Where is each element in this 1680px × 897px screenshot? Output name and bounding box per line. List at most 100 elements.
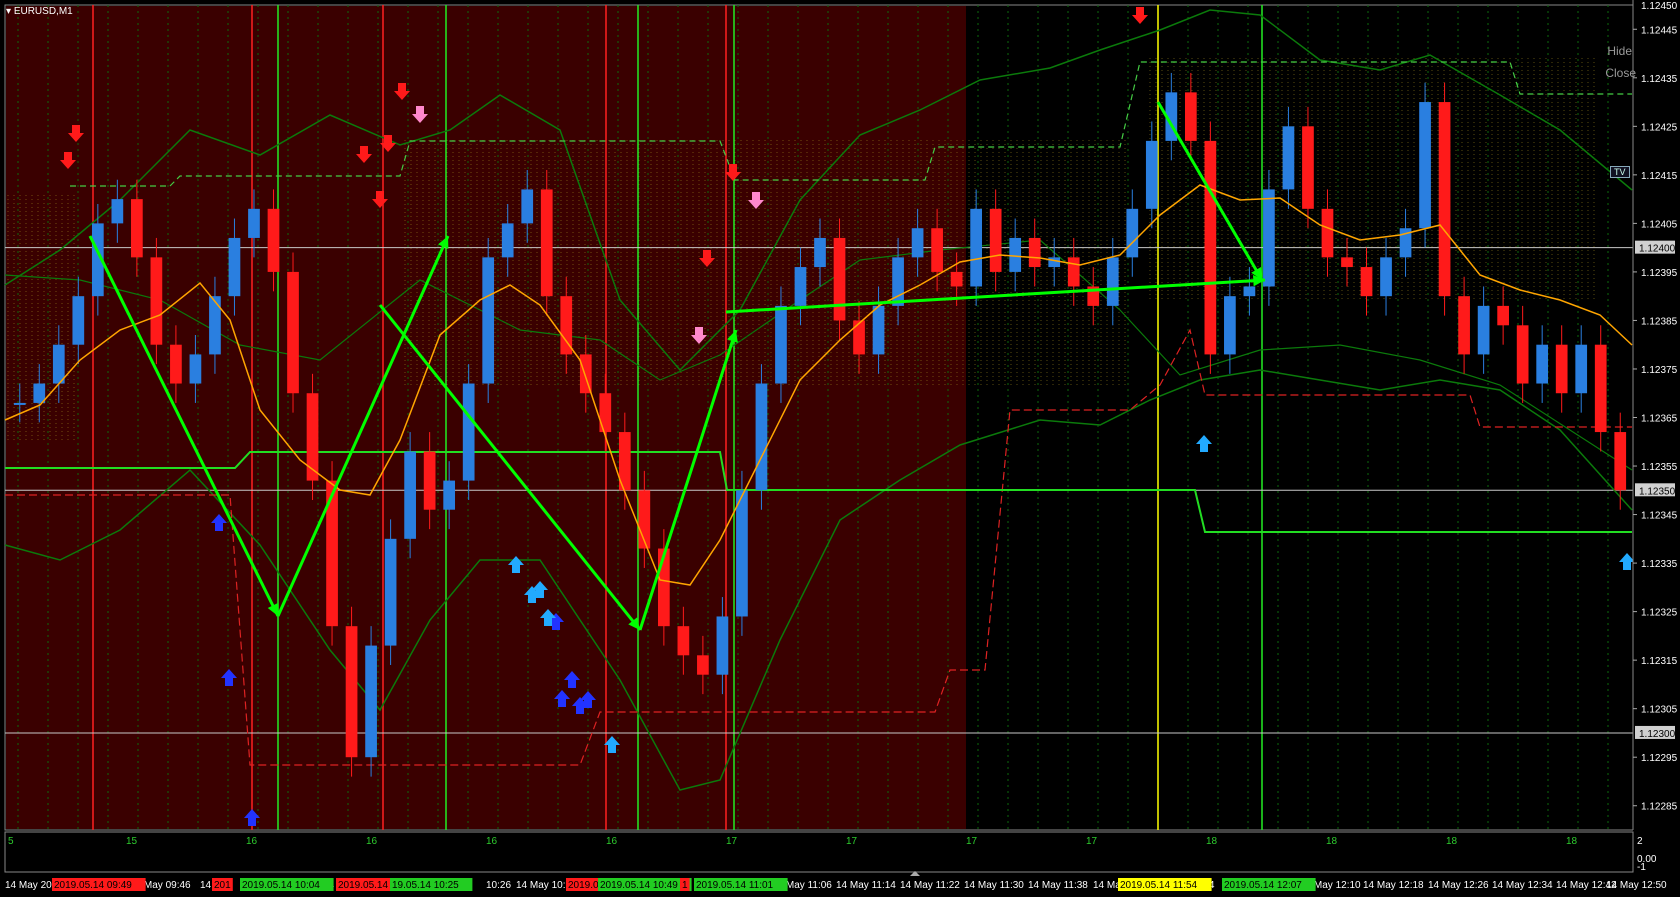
candle	[833, 237, 846, 321]
price-label: 1.12375	[1641, 365, 1678, 376]
time-label: 14 May 201	[5, 880, 58, 891]
price-label: 1.12285	[1641, 802, 1678, 813]
candle	[404, 451, 416, 539]
candle	[1321, 208, 1334, 258]
strip-label: 5	[8, 836, 14, 847]
price-label: 1.12295	[1641, 753, 1678, 764]
candle	[365, 645, 377, 758]
time-highlight-text: 1	[682, 880, 688, 891]
candle	[521, 189, 534, 224]
time-label: 14 May 11:14	[836, 880, 896, 891]
candle	[1145, 140, 1158, 209]
candle	[677, 626, 690, 656]
time-label: 14 May 11:30	[964, 880, 1024, 891]
time-label: 10:26	[486, 880, 511, 891]
candle	[267, 208, 280, 272]
time-highlight-text: 19.05.14 10:25	[392, 880, 459, 891]
candle	[462, 383, 475, 481]
candle	[970, 208, 982, 287]
candle	[1106, 257, 1119, 306]
current-price-text: 1.12300	[1639, 729, 1676, 740]
price-label-top: 1.12450	[1641, 1, 1678, 12]
candle	[443, 480, 456, 510]
candle	[384, 538, 397, 646]
candle	[1614, 432, 1627, 491]
symbol-title: ▾ EURUSD,M1	[6, 6, 73, 17]
candle	[1458, 296, 1470, 355]
candle	[794, 267, 807, 306]
time-highlight-text: 2019.05.14 10:04	[242, 880, 320, 891]
current-price-text: 1.12400	[1639, 244, 1676, 255]
candle	[1048, 257, 1061, 268]
candle	[989, 208, 1002, 272]
strip-label: 16	[486, 836, 498, 847]
candle	[1028, 237, 1041, 268]
candle	[540, 189, 553, 297]
time-highlight-text: 2019.0	[568, 880, 599, 891]
candle	[1302, 126, 1314, 209]
candle	[1438, 102, 1451, 297]
chart-window[interactable]: 1.12445 1.12435 1.12425 1.12415 1.12405 1.123…	[0, 0, 1680, 897]
time-highlight-text: 2019.05.14 10:49	[600, 880, 678, 891]
close-button[interactable]: Close	[1605, 66, 1636, 80]
candle	[872, 305, 885, 355]
strip-label: 17	[846, 836, 858, 847]
time-highlight-text: 2019.05.14 09:49	[54, 880, 132, 891]
candle	[1497, 305, 1509, 326]
candle	[228, 237, 241, 297]
time-label: 14 May 11:22	[900, 880, 960, 891]
price-label: 1.12345	[1641, 511, 1678, 522]
candle	[931, 228, 943, 272]
current-price-text: 1.12350	[1639, 486, 1676, 497]
time-label: 14 May 12:34	[1492, 880, 1553, 891]
price-label: 1.12435	[1641, 74, 1678, 85]
candle	[775, 305, 787, 384]
candle	[150, 257, 163, 345]
candle	[131, 199, 143, 258]
price-label: 1.12335	[1641, 559, 1678, 570]
candle	[1282, 126, 1295, 190]
strip-axis-label: -1	[1637, 862, 1646, 873]
candle	[33, 383, 46, 403]
hide-button[interactable]: Hide	[1607, 44, 1632, 58]
strip-label: 16	[246, 836, 258, 847]
candle	[1477, 305, 1490, 355]
candle	[1536, 344, 1549, 384]
symbol-title-text: EURUSD,M1	[13, 6, 73, 17]
candle	[345, 626, 358, 758]
time-label: 14 May 11:38	[1028, 880, 1088, 891]
candle	[1263, 189, 1275, 287]
strip-label: 16	[606, 836, 618, 847]
strip-label: 16	[366, 836, 378, 847]
price-label: 1.12325	[1641, 608, 1678, 619]
candle	[170, 344, 182, 384]
candle	[950, 271, 963, 287]
candle	[1204, 140, 1217, 355]
candle	[1224, 296, 1236, 355]
tv-badge[interactable]: TV	[1610, 166, 1630, 178]
time-highlight-text: 201	[214, 880, 231, 891]
session-zone	[6, 6, 966, 829]
symbol-caret-icon[interactable]: ▾	[6, 6, 11, 17]
candle	[189, 354, 202, 384]
price-chart[interactable]: 1.12445 1.12435 1.12425 1.12415 1.12405 1.123…	[0, 0, 1680, 897]
time-label: 14 Ma	[1093, 880, 1121, 891]
candle	[736, 490, 748, 617]
strip-label: 17	[1086, 836, 1098, 847]
price-label: 1.12395	[1641, 268, 1678, 279]
candle	[853, 320, 865, 355]
candle	[1126, 208, 1139, 258]
time-label: 14 May 10:	[516, 880, 565, 891]
candle	[111, 199, 124, 224]
candle	[482, 257, 495, 384]
time-highlight-text: 2019.05.14 11:54	[1120, 880, 1198, 891]
candle	[599, 393, 612, 433]
candle	[306, 393, 319, 481]
price-label: 1.12405	[1641, 219, 1678, 230]
price-label: 1.12315	[1641, 656, 1678, 667]
candle	[209, 296, 221, 355]
candle	[287, 271, 299, 394]
candle	[755, 383, 768, 491]
price-label: 1.12385	[1641, 316, 1678, 327]
candle	[1419, 102, 1431, 229]
